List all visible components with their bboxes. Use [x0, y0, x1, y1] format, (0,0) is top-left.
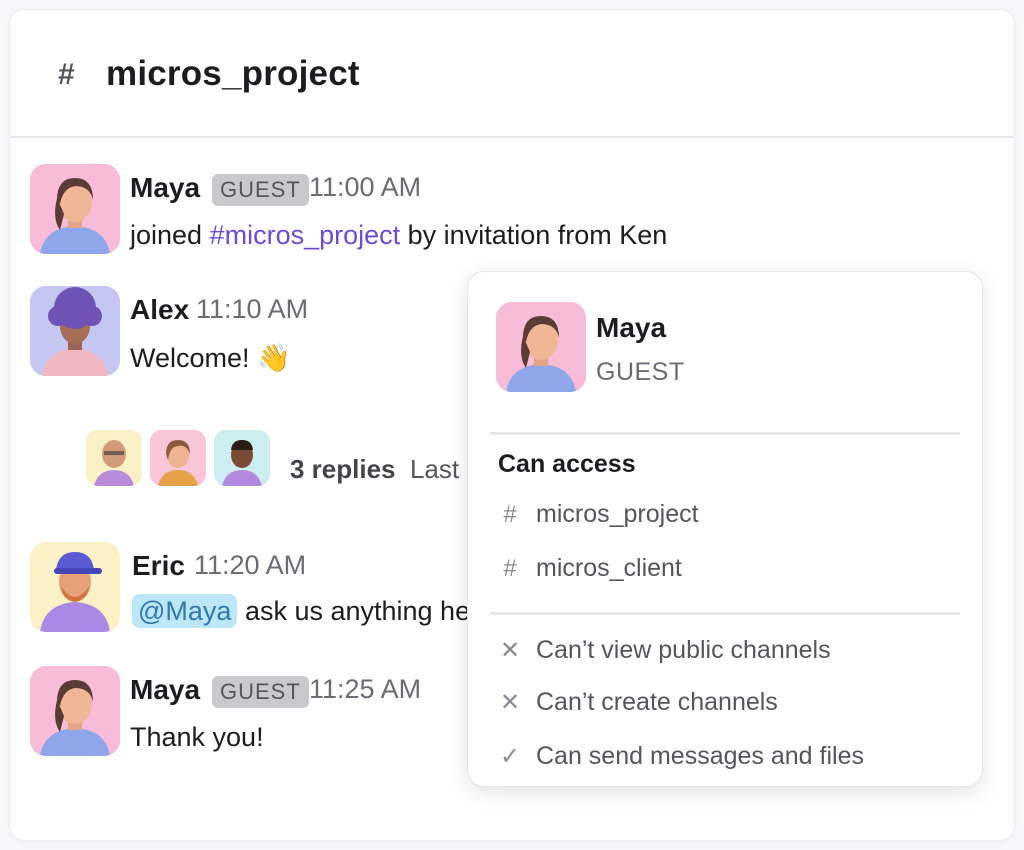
mention-chip[interactable]: @Maya [132, 594, 238, 628]
message-text-pre: joined [130, 220, 210, 250]
thread-last-reply: Last [409, 454, 460, 484]
message-text: @Maya ask us anything he [132, 594, 471, 628]
access-section-title: Can access [498, 450, 636, 478]
permission-row: ✓ Can send messages and files [496, 742, 864, 771]
message-text: Thank you! [130, 722, 264, 752]
permission-row: ✕ Can’t create channels [496, 688, 778, 717]
avatar-eric-image [30, 542, 120, 632]
message-time[interactable]: 11:10 AM [196, 294, 308, 325]
channel-title: micros_project [106, 54, 360, 93]
popover-avatar-image [496, 302, 586, 392]
guest-badge: GUEST [212, 174, 309, 206]
channel-header: # micros_project [10, 10, 1014, 138]
popover-user-role: GUEST [596, 358, 685, 386]
message-author[interactable]: Maya [130, 674, 200, 706]
popover-divider [490, 432, 960, 435]
message-text-post: by invitation from Ken [400, 220, 668, 250]
access-channel-micros-project[interactable]: # micros_project [496, 500, 699, 529]
user-profile-popover: Maya GUEST Can access # micros_project # m… [468, 272, 982, 786]
message-author[interactable]: Maya [130, 172, 200, 204]
message-time[interactable]: 11:25 AM [309, 674, 421, 705]
check-icon: ✓ [499, 743, 521, 770]
message-text: joined #micros_project by invitation fro… [130, 220, 667, 251]
permission-label: Can send messages and files [536, 742, 864, 770]
access-channel-micros-client[interactable]: # micros_client [496, 554, 682, 583]
avatar-alex-image [30, 286, 120, 376]
reply-avatar-3 [214, 430, 270, 486]
avatar-eric[interactable] [30, 542, 120, 632]
hash-icon: # [503, 555, 517, 582]
popover-avatar [496, 302, 586, 392]
avatar-maya-image [30, 164, 120, 254]
access-channel-label: micros_project [536, 500, 699, 528]
permission-row: ✕ Can’t view public channels [496, 636, 831, 665]
popover-user-name: Maya [596, 312, 667, 343]
avatar-maya[interactable] [30, 666, 120, 756]
channel-hash-icon: # [58, 58, 75, 91]
message-author[interactable]: Alex [130, 294, 189, 326]
message-time[interactable]: 11:00 AM [309, 172, 421, 203]
permission-label: Can’t view public channels [536, 636, 831, 664]
popover-divider [490, 612, 960, 615]
x-icon: ✕ [499, 637, 521, 664]
avatar-alex[interactable] [30, 286, 120, 376]
avatar-maya[interactable] [30, 164, 120, 254]
reply-avatar-2 [150, 430, 206, 486]
avatar-maya-image [30, 666, 120, 756]
thread-replies-link[interactable]: 3 replies Last [290, 454, 459, 485]
message-time[interactable]: 11:20 AM [194, 550, 306, 581]
chat-window: # micros_project Maya GUEST 11:00 AM joi… [10, 10, 1014, 840]
thread-reply-count: 3 replies [290, 454, 396, 484]
channel-link[interactable]: #micros_project [210, 220, 401, 250]
guest-badge: GUEST [212, 676, 309, 708]
permission-label: Can’t create channels [536, 688, 778, 716]
access-channel-label: micros_client [536, 554, 682, 582]
reply-avatar-1 [86, 430, 142, 486]
message-text: Welcome! 👋 [130, 343, 291, 373]
message-author[interactable]: Eric [132, 550, 185, 582]
x-icon: ✕ [499, 689, 521, 716]
hash-icon: # [503, 501, 517, 528]
message-text-body: ask us anything he [237, 596, 471, 626]
